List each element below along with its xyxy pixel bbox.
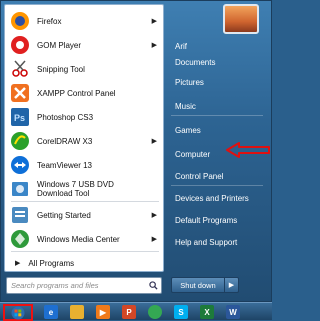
right-item-music[interactable]: Music — [171, 99, 267, 113]
program-label: CorelDRAW X3 — [37, 136, 93, 146]
program-item[interactable]: Ps Photoshop CS3 — [5, 105, 163, 129]
all-programs-label: All Programs — [28, 258, 75, 268]
program-label: Firefox — [37, 16, 62, 26]
shutdown-options-button[interactable]: ▶ — [225, 277, 239, 293]
search-box[interactable]: Search programs and files — [6, 277, 162, 294]
program-item[interactable]: Firefox ▶ — [5, 9, 163, 33]
programs-pane: Firefox ▶ GOM Player ▶ Snipping Tool XAMPP Co… — [4, 4, 164, 272]
all-programs-button[interactable]: ▶ All Programs — [5, 255, 163, 271]
expand-arrow-icon: ▶ — [15, 260, 21, 267]
right-item-control-panel[interactable]: Control Panel — [171, 169, 267, 183]
teamviewer-icon — [9, 154, 31, 176]
program-label: Photoshop CS3 — [37, 112, 94, 122]
right-item-computer[interactable]: Computer — [171, 147, 267, 161]
right-item-pictures[interactable]: Pictures — [171, 75, 267, 89]
right-item-devices-and-printers[interactable]: Devices and Printers — [171, 191, 267, 205]
media-center-icon — [9, 228, 31, 250]
skype-icon[interactable]: S — [174, 305, 188, 319]
gom-player-icon — [9, 34, 31, 56]
getting-started-icon — [9, 204, 31, 226]
right-item-games[interactable]: Games — [171, 123, 267, 137]
program-item[interactable]: Snipping Tool — [5, 57, 163, 81]
start-menu: Firefox ▶ GOM Player ▶ Snipping Tool XAMPP Co… — [0, 0, 272, 302]
usb-dvd-tool-icon — [9, 178, 31, 200]
program-label: Getting Started — [37, 210, 91, 220]
user-avatar[interactable] — [223, 4, 259, 34]
search-placeholder: Search programs and files — [11, 281, 99, 290]
divider — [11, 251, 159, 252]
submenu-arrow-icon: ▶ — [151, 236, 157, 243]
media-player-icon[interactable]: ▶ — [96, 305, 110, 319]
program-item[interactable]: GOM Player ▶ — [5, 33, 163, 57]
submenu-arrow-icon: ▶ — [151, 42, 157, 49]
divider — [171, 185, 263, 186]
program-item[interactable]: CorelDRAW X3 ▶ — [5, 129, 163, 153]
right-item-documents[interactable]: Documents — [171, 55, 267, 69]
chrome-icon[interactable] — [148, 305, 162, 319]
search-icon[interactable] — [145, 281, 161, 290]
explorer-icon[interactable] — [70, 305, 84, 319]
word-icon[interactable]: W — [226, 305, 240, 319]
program-item[interactable]: TeamViewer 13 — [5, 153, 163, 177]
right-item-help-and-support[interactable]: Help and Support — [171, 235, 267, 249]
ie-icon[interactable]: e — [44, 305, 58, 319]
firefox-icon — [9, 10, 31, 32]
start-button[interactable] — [3, 304, 33, 321]
submenu-arrow-icon: ▶ — [151, 212, 157, 219]
program-label: XAMPP Control Panel — [37, 88, 116, 98]
program-item[interactable]: Windows 7 USB DVD Download Tool — [5, 177, 163, 201]
windows-logo-icon — [11, 306, 25, 319]
xampp-icon — [9, 82, 31, 104]
right-item-arif[interactable]: Arif — [171, 39, 267, 53]
coreldraw-icon — [9, 130, 31, 152]
divider — [11, 201, 159, 202]
powerpoint-icon[interactable]: P — [122, 305, 136, 319]
program-item[interactable]: Windows Media Center ▶ — [5, 227, 163, 251]
right-item-default-programs[interactable]: Default Programs — [171, 213, 267, 227]
divider — [171, 115, 263, 116]
submenu-arrow-icon: ▶ — [151, 18, 157, 25]
program-label: GOM Player — [37, 40, 82, 50]
program-item[interactable]: Getting Started ▶ — [5, 203, 163, 227]
photoshop-icon: Ps — [9, 106, 31, 128]
program-label: Snipping Tool — [37, 64, 85, 74]
program-label: Windows 7 USB DVD Download Tool — [37, 180, 114, 198]
program-item[interactable]: XAMPP Control Panel — [5, 81, 163, 105]
excel-icon[interactable]: X — [200, 305, 214, 319]
shutdown-button-group: Shut down ▶ — [171, 277, 241, 293]
program-label: Windows Media Center — [37, 234, 120, 244]
svg-text:Ps: Ps — [14, 113, 25, 123]
program-label: TeamViewer 13 — [37, 160, 92, 170]
taskbar: e ▶ P S X W — [0, 302, 272, 321]
shutdown-button[interactable]: Shut down — [171, 277, 225, 293]
submenu-arrow-icon: ▶ — [151, 138, 157, 145]
scissors-icon — [9, 58, 31, 80]
